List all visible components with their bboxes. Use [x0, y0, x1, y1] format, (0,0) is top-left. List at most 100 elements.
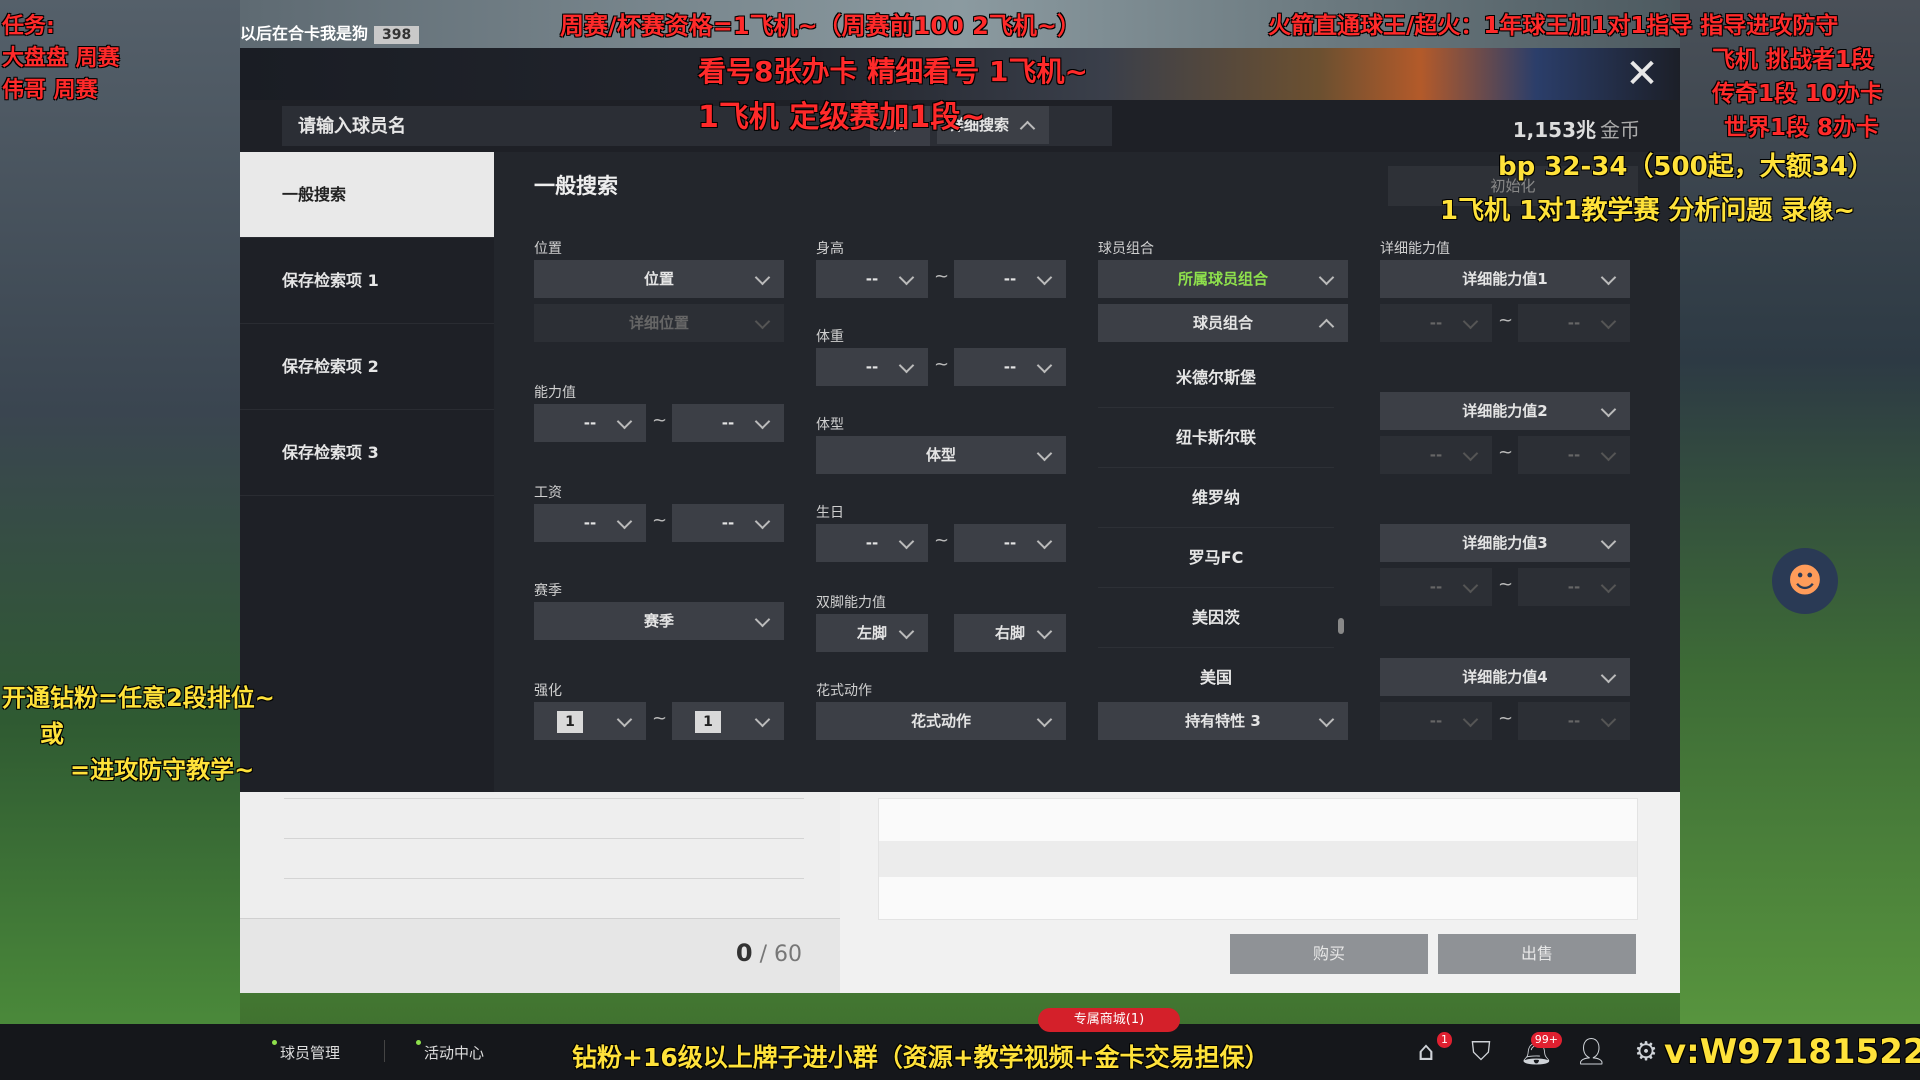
overlay-right-3: 世界1段 8办卡: [1724, 115, 1880, 141]
list-item-club[interactable]: 美因茨: [1098, 588, 1334, 648]
user-icon: 👤︎: [1575, 1037, 1609, 1067]
overlay-right-1: 飞机 挑战者1段: [1712, 47, 1875, 73]
home-badge: 1: [1437, 1032, 1452, 1048]
detail-stat-4-to[interactable]: --: [1518, 702, 1630, 740]
chat-user-icon: ☻: [1787, 561, 1823, 601]
salary-to-dropdown[interactable]: --: [672, 504, 784, 542]
position-dropdown[interactable]: 位置: [534, 260, 784, 298]
sidebar-item-general-search[interactable]: 一般搜索: [240, 152, 494, 238]
detail-stat-3-to[interactable]: --: [1518, 568, 1630, 606]
ovr-to-dropdown[interactable]: --: [672, 404, 784, 442]
list-item-club[interactable]: 纽卡斯尔联: [1098, 408, 1334, 468]
settings-button[interactable]: ⚙: [1630, 1036, 1662, 1068]
overlay-top-right: 火箭直通球王/超火：1年球王加1对1指导 指导进攻防守: [1268, 13, 1839, 39]
range-tilde: ~: [934, 354, 950, 375]
salary-label: 工资: [534, 485, 562, 501]
notification-button[interactable]: 🔔︎ 99+: [1520, 1032, 1562, 1068]
birthday-label: 生日: [816, 505, 844, 521]
team-color-open-dropdown[interactable]: 球员组合: [1098, 304, 1348, 342]
range-tilde: ~: [652, 708, 668, 729]
trait-dropdown[interactable]: 持有特性 3: [1098, 702, 1348, 740]
overlay-right-5: 1飞机 1对1教学赛 分析问题 录像~: [1440, 196, 1856, 226]
weight-from-dropdown[interactable]: --: [816, 348, 928, 386]
sidebar-item-saved-3[interactable]: 保存检索项 3: [240, 410, 494, 496]
detail-position-dropdown[interactable]: 详细位置: [534, 304, 784, 342]
team-color-label: 球员组合: [1098, 241, 1154, 257]
overlay-task-1: 大盘盘 周赛: [2, 46, 120, 71]
range-tilde: ~: [1498, 310, 1514, 331]
content-title: 一般搜索: [534, 174, 618, 198]
detail-stat-1-to[interactable]: --: [1518, 304, 1630, 342]
range-tilde: ~: [1498, 708, 1514, 729]
counter-current: 0: [735, 939, 753, 967]
overlay-top-center-2: 看号8张办卡 精细看号 1飞机~: [698, 55, 1088, 88]
season-dropdown[interactable]: 赛季: [534, 602, 784, 640]
range-tilde: ~: [934, 266, 950, 287]
list-item-club[interactable]: 米德尔斯堡: [1098, 348, 1334, 408]
weight-label: 体重: [816, 329, 844, 345]
height-to-dropdown[interactable]: --: [954, 260, 1066, 298]
detail-stat-1-dropdown[interactable]: 详细能力值1: [1380, 260, 1630, 298]
overlay-top-center: 周赛/杯赛资格=1飞机~（周赛前100 2飞机~）: [560, 12, 1081, 40]
detail-stat-label: 详细能力值: [1380, 241, 1450, 257]
body-type-label: 体型: [816, 417, 844, 433]
counter-max: 60: [774, 942, 802, 967]
overlay-bottom-center: 钻粉+16级以上牌子进小群（资源+教学视频+金卡交易担保）: [572, 1043, 1270, 1072]
team-color-dropdown[interactable]: 所属球员组合: [1098, 260, 1348, 298]
list-scrollbar[interactable]: [1338, 618, 1344, 634]
weight-to-dropdown[interactable]: --: [954, 348, 1066, 386]
divider: [284, 838, 804, 839]
close-button[interactable]: ✕: [1622, 54, 1662, 94]
birthday-to-dropdown[interactable]: --: [954, 524, 1066, 562]
detail-stat-1-from[interactable]: --: [1380, 304, 1492, 342]
sell-button[interactable]: 出售: [1438, 934, 1636, 974]
body-type-dropdown[interactable]: 体型: [816, 436, 1066, 474]
range-tilde: ~: [1498, 442, 1514, 463]
result-list-panel: 0 / 60: [240, 792, 840, 993]
overlay-left-2: 或: [40, 720, 64, 748]
enhance-from-dropdown[interactable]: 1: [534, 702, 646, 740]
range-tilde: ~: [652, 510, 668, 531]
detail-box: [878, 798, 1638, 920]
list-item-club[interactable]: 美国: [1098, 648, 1334, 708]
shield-button[interactable]: ⛉: [1465, 1036, 1497, 1068]
search-sidebar: 一般搜索 保存检索项 1 保存检索项 2 保存检索项 3: [240, 152, 494, 792]
overlay-right-4: bp 32-34（500起，大额34）: [1498, 152, 1874, 182]
overlay-right-2: 传奇1段 10办卡: [1712, 81, 1884, 107]
enhance-to-dropdown[interactable]: 1: [672, 702, 784, 740]
detail-stat-4-dropdown[interactable]: 详细能力值4: [1380, 658, 1630, 696]
height-from-dropdown[interactable]: --: [816, 260, 928, 298]
overlay-top-center-3: 1飞机 定级赛加1段~: [698, 100, 986, 135]
skill-move-dropdown[interactable]: 花式动作: [816, 702, 1066, 740]
detail-stat-4-from[interactable]: --: [1380, 702, 1492, 740]
ovr-from-dropdown[interactable]: --: [534, 404, 646, 442]
detail-stat-2-dropdown[interactable]: 详细能力值2: [1380, 392, 1630, 430]
right-foot-dropdown[interactable]: 右脚: [954, 614, 1066, 652]
exclusive-shop-badge[interactable]: 专属商城(1): [1038, 1008, 1180, 1032]
detail-stat-3-from[interactable]: --: [1380, 568, 1492, 606]
enhance-to-value: 1: [695, 711, 721, 733]
detail-stat-3-dropdown[interactable]: 详细能力值3: [1380, 524, 1630, 562]
list-item-club[interactable]: 维罗纳: [1098, 468, 1334, 528]
birthday-from-dropdown[interactable]: --: [816, 524, 928, 562]
overlay-left-1: 开通钻粉=任意2段排位~: [2, 684, 275, 712]
enhance-label: 强化: [534, 683, 562, 699]
salary-from-dropdown[interactable]: --: [534, 504, 646, 542]
gold-balance: 1,153兆 金币: [1513, 114, 1640, 143]
ovr-label: 能力值: [534, 385, 576, 401]
chat-button[interactable]: ☻: [1772, 548, 1838, 614]
home-button[interactable]: ⌂ 1: [1410, 1032, 1452, 1068]
nav-player-management[interactable]: 球员管理: [271, 1040, 340, 1063]
team-color-list: 米德尔斯堡 纽卡斯尔联 维罗纳 罗马FC 美因茨 美国: [1098, 348, 1348, 708]
gold-unit: 金币: [1600, 118, 1640, 142]
buy-button[interactable]: 购买: [1230, 934, 1428, 974]
list-item-club[interactable]: 罗马FC: [1098, 528, 1334, 588]
nav-activity-center[interactable]: 活动中心: [415, 1040, 484, 1063]
left-foot-dropdown[interactable]: 左脚: [816, 614, 928, 652]
detail-stat-2-to[interactable]: --: [1518, 436, 1630, 474]
profile-button[interactable]: 👤︎: [1575, 1036, 1609, 1068]
sidebar-item-saved-2[interactable]: 保存检索项 2: [240, 324, 494, 410]
detail-stat-2-from[interactable]: --: [1380, 436, 1492, 474]
range-tilde: ~: [1498, 574, 1514, 595]
sidebar-item-saved-1[interactable]: 保存检索项 1: [240, 238, 494, 324]
